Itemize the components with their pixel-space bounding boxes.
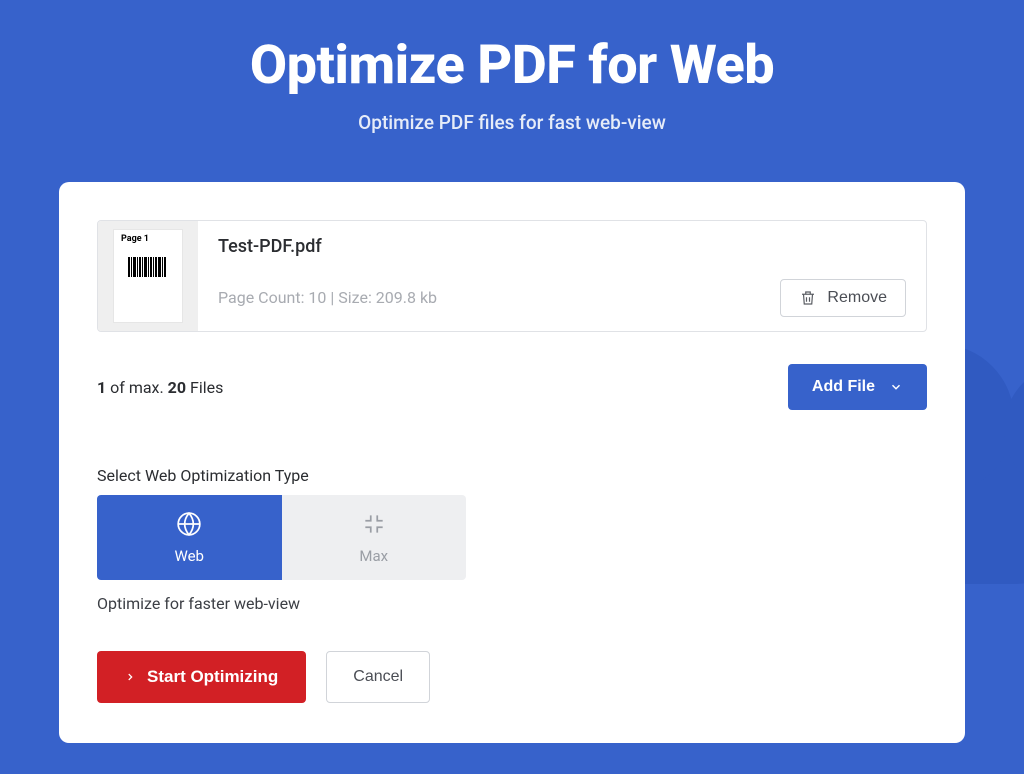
cancel-button-label: Cancel: [353, 668, 403, 685]
file-info: Test-PDF.pdf Page Count: 10 | Size: 209.…: [198, 220, 926, 332]
toggle-max[interactable]: Max: [282, 495, 467, 580]
trash-icon: [799, 289, 817, 307]
optimization-type-toggle: Web Max: [97, 495, 466, 580]
page-subtitle: Optimize PDF files for fast web-view: [0, 111, 1024, 134]
chevron-down-icon: [889, 380, 903, 394]
toggle-max-label: Max: [359, 547, 388, 565]
optimization-hint: Optimize for faster web-view: [97, 594, 927, 613]
globe-icon: [176, 511, 202, 537]
optimization-type-label: Select Web Optimization Type: [97, 466, 927, 485]
toggle-web[interactable]: Web: [97, 495, 282, 580]
add-file-label: Add File: [812, 378, 875, 396]
file-row: Page 1 Test-PDF.pdf Page Count: 10 | Siz…: [97, 220, 927, 332]
chevron-right-icon: [125, 670, 135, 684]
file-meta: Page Count: 10 | Size: 209.8 kb: [218, 288, 437, 307]
file-thumbnail: Page 1: [113, 229, 183, 323]
compress-icon: [361, 511, 387, 537]
file-counter: 1 of max. 20 Files: [97, 378, 223, 397]
toggle-web-label: Web: [175, 547, 204, 565]
file-name: Test-PDF.pdf: [218, 236, 906, 257]
add-file-button[interactable]: Add File: [788, 364, 927, 410]
page-title: Optimize PDF for Web: [0, 34, 1024, 97]
thumbnail-page-label: Page 1: [121, 234, 149, 244]
main-card: Page 1 Test-PDF.pdf Page Count: 10 | Siz…: [59, 182, 965, 743]
file-thumbnail-area: Page 1: [98, 221, 198, 331]
cancel-button[interactable]: Cancel: [326, 651, 430, 703]
start-optimizing-button[interactable]: Start Optimizing: [97, 651, 306, 703]
barcode-icon: [128, 257, 168, 277]
start-button-label: Start Optimizing: [147, 667, 278, 687]
remove-file-button[interactable]: Remove: [780, 279, 906, 317]
remove-button-label: Remove: [827, 289, 887, 307]
